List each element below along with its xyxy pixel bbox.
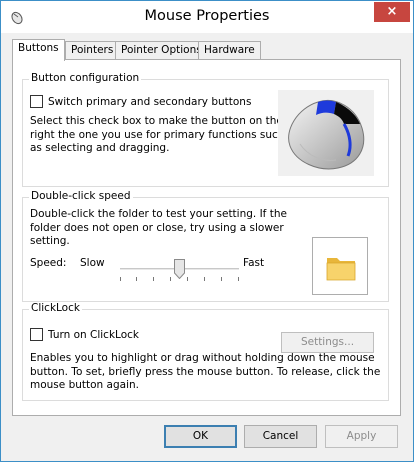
slider-tick bbox=[153, 277, 154, 281]
slider-tick bbox=[170, 277, 171, 281]
switch-buttons-checkbox-row[interactable]: Switch primary and secondary buttons bbox=[30, 95, 251, 108]
title-bar[interactable]: Mouse Properties × bbox=[1, 1, 413, 33]
cancel-button[interactable]: Cancel bbox=[244, 425, 317, 448]
tab-hardware[interactable]: Hardware bbox=[198, 41, 261, 60]
window-title: Mouse Properties bbox=[144, 8, 270, 24]
slider-tick bbox=[136, 277, 137, 281]
tab-pointers[interactable]: Pointers bbox=[65, 41, 120, 60]
clicklock-group: ClickLock Turn on ClickLock Settings... … bbox=[22, 302, 389, 401]
tab-buttons[interactable]: Buttons bbox=[12, 39, 65, 61]
speed-label: Speed: bbox=[30, 257, 67, 269]
switch-buttons-checkbox[interactable] bbox=[30, 95, 43, 108]
description-line: Select this check box to make the button… bbox=[30, 115, 283, 127]
close-button[interactable]: × bbox=[374, 2, 410, 22]
description-line: folder does not open or close, try using… bbox=[30, 221, 284, 234]
buttons-tab-panel: Button configuration Switch primary and … bbox=[12, 59, 401, 416]
clicklock-description: Enables you to highlight or drag without… bbox=[30, 352, 380, 393]
test-folder-box[interactable] bbox=[312, 237, 368, 295]
slider-tick bbox=[221, 277, 222, 281]
description-line: as selecting and dragging. bbox=[30, 142, 170, 154]
description-line: right the one you use for primary functi… bbox=[30, 128, 285, 141]
folder-icon bbox=[325, 252, 357, 285]
slider-tick bbox=[120, 277, 121, 281]
speed-slider-thumb[interactable] bbox=[174, 259, 185, 280]
slow-label: Slow bbox=[80, 257, 105, 269]
group-title: ClickLock bbox=[29, 302, 82, 314]
button-configuration-group: Button configuration Switch primary and … bbox=[22, 72, 389, 187]
mouse-button-picture bbox=[278, 90, 374, 176]
description-line: setting. bbox=[30, 235, 70, 247]
clicklock-checkbox[interactable] bbox=[30, 328, 43, 341]
group-title: Double-click speed bbox=[29, 190, 133, 202]
description-line: Double-click the folder to test your set… bbox=[30, 208, 287, 220]
double-click-description: Double-click the folder to test your set… bbox=[30, 208, 287, 249]
double-click-speed-group: Double-click speed Double-click the fold… bbox=[22, 190, 389, 302]
slider-tick bbox=[204, 277, 205, 281]
description-line: Enables you to highlight or drag without… bbox=[30, 352, 375, 364]
clicklock-settings-button[interactable]: Settings... bbox=[281, 332, 374, 353]
fast-label: Fast bbox=[243, 257, 265, 269]
tab-label: Buttons bbox=[18, 42, 59, 54]
description-line: button. To set, briefly press the mouse … bbox=[30, 365, 381, 378]
apply-button[interactable]: Apply bbox=[325, 425, 398, 448]
clicklock-checkbox-row[interactable]: Turn on ClickLock bbox=[30, 328, 139, 341]
ok-button[interactable]: OK bbox=[164, 425, 237, 448]
clicklock-label: Turn on ClickLock bbox=[48, 328, 139, 341]
group-title: Button configuration bbox=[29, 72, 142, 84]
button-config-description: Select this check box to make the button… bbox=[30, 115, 284, 156]
tab-label: Pointer Options bbox=[121, 44, 202, 56]
mouse-properties-window: Mouse Properties × Buttons Pointers Poin… bbox=[0, 0, 414, 462]
tab-pointer-options[interactable]: Pointer Options bbox=[115, 41, 208, 60]
tab-label: Pointers bbox=[71, 44, 114, 56]
slider-tick bbox=[187, 277, 188, 281]
description-line: mouse button again. bbox=[30, 379, 139, 391]
switch-buttons-label: Switch primary and secondary buttons bbox=[48, 95, 252, 108]
slider-tick bbox=[238, 277, 239, 281]
tab-label: Hardware bbox=[204, 44, 255, 56]
close-icon: × bbox=[386, 4, 398, 19]
